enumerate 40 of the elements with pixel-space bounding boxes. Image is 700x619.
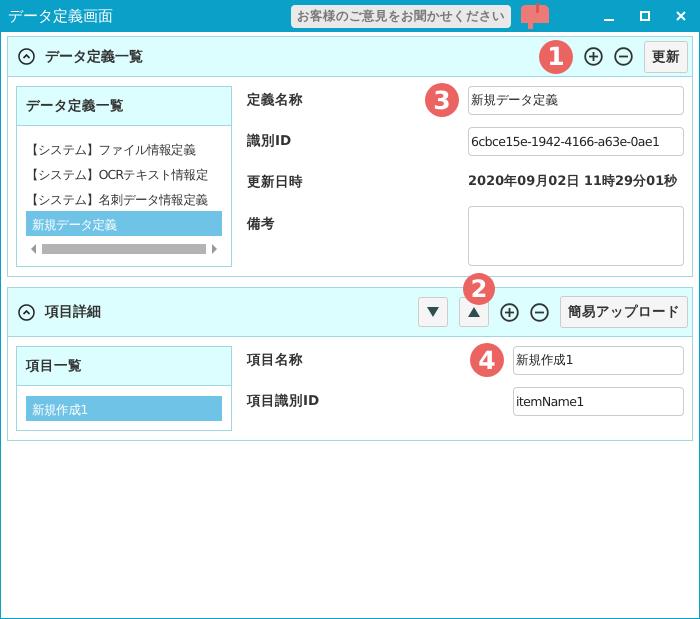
list-item[interactable]: 【システム】ファイル情報定義 [20,136,222,161]
feedback-link[interactable]: お客様のご意見をお聞かせください [291,4,511,28]
field-label: 項目名称 [247,351,303,370]
triangle-up-icon [468,307,480,317]
move-down-button[interactable] [418,297,448,327]
window-title: データ定義画面 [8,6,113,26]
number-badge: 1 [539,40,573,74]
timestamp-text: 2020年09月02日 11時29分01秒 [468,174,678,189]
mailbox-icon [519,3,551,29]
add-button[interactable] [584,47,603,66]
triangle-down-icon [427,307,439,317]
field-label: 項目識別ID [247,392,320,411]
input-field[interactable]: 新規作成1 [513,346,684,375]
remove-button[interactable] [530,302,549,322]
panel-title: 項目詳細 [45,303,101,321]
input-field[interactable]: itemName1 [513,387,684,416]
collapse-button[interactable] [18,304,35,320]
toolbar-button[interactable]: 更新 [644,40,688,72]
list-item[interactable]: 【システム】名刺データ情報定義 [20,186,222,211]
input-field[interactable]: 6cbce15e-1942-4166-a63e-0ae1 [468,127,684,156]
remove-button[interactable] [614,47,633,66]
number-badge: 3 [425,83,459,117]
field-label: 備考 [247,215,275,234]
maximize-icon [640,11,650,21]
panel-title: データ定義一覧 [45,48,143,66]
number-badge: 2 [463,273,495,305]
toolbar-button[interactable]: 簡易アップロード [560,296,688,328]
input-field[interactable]: 新規データ定義 [468,86,684,115]
add-button[interactable] [500,302,519,322]
list-header: データ定義一覧 [17,87,231,126]
field-label: 更新日時 [247,173,303,192]
list-header: 項目一覧 [17,347,231,386]
notes-field[interactable] [468,206,684,266]
close-icon [676,11,686,21]
number-badge: 4 [470,343,504,377]
minimize-icon [604,19,614,21]
collapse-button[interactable] [18,48,35,65]
field-label: 定義名称 [247,91,303,110]
list-item[interactable]: 【システム】OCRテキスト情報定 [20,161,222,186]
field-label: 識別ID [247,132,292,151]
